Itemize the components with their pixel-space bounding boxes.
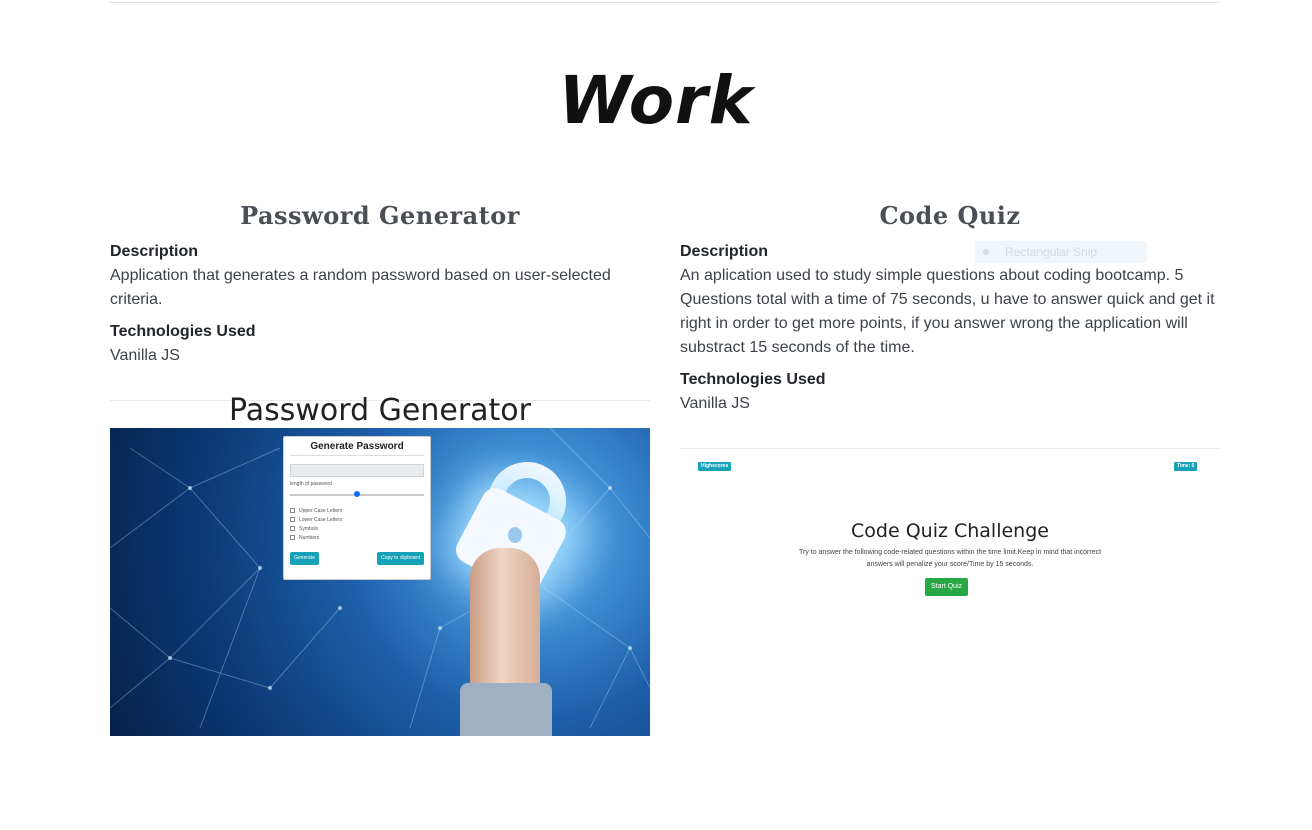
timer-badge: Time: 0: [1174, 462, 1198, 471]
length-label: length of password: [290, 481, 332, 487]
quiz-instructions: Try to answer the following code-related…: [798, 549, 1102, 568]
project-title: Password Generator: [240, 201, 520, 230]
tech-label: Technologies Used: [680, 371, 826, 388]
project-tech: Vanilla JS: [680, 395, 750, 412]
project-description: Application that generates a random pass…: [110, 267, 611, 308]
divider: [680, 448, 1220, 449]
password-generator-screenshot[interactable]: Password Generator Generate Password len…: [110, 392, 650, 736]
project-description: An aplication used to study simple quest…: [680, 267, 1215, 356]
snip-label: Rectangular Snip: [1005, 245, 1098, 259]
criteria-item: Symbols: [290, 524, 424, 533]
project-password-generator: Password Generator Description Applicati…: [110, 198, 650, 401]
generate-button: Generate: [290, 552, 319, 565]
top-divider: [110, 2, 1220, 3]
criteria-item: Numbers: [290, 533, 424, 542]
criteria-item: Upper Case Letters: [290, 506, 424, 515]
copy-button: Copy to clipboard: [377, 552, 424, 565]
screenshot-background: Generate Password length of password Upp…: [110, 428, 650, 736]
code-quiz-screenshot[interactable]: Highscores Time: 0 Code Quiz Challenge T…: [680, 452, 1220, 612]
project-tech: Vanilla JS: [110, 347, 180, 364]
snip-icon: [983, 249, 989, 255]
screenshot-heading: Password Generator: [228, 393, 531, 428]
generator-card: Generate Password length of password Upp…: [283, 436, 431, 580]
tech-label: Technologies Used: [110, 323, 256, 340]
project-code-quiz: Code Quiz Description An aplication used…: [680, 198, 1220, 449]
password-output: [290, 464, 424, 477]
criteria-item: Lower Case Letters: [290, 515, 424, 524]
highscores-badge: Highscores: [698, 462, 732, 471]
snip-overlay: Rectangular Snip: [975, 241, 1147, 263]
criteria-list: Upper Case Letters Lower Case Letters Sy…: [290, 506, 424, 542]
keyhole: [508, 527, 522, 543]
start-quiz-button: Start Quiz: [925, 578, 969, 596]
description-label: Description: [110, 243, 199, 260]
project-title: Code Quiz: [879, 201, 1021, 230]
slider-thumb: [354, 491, 360, 497]
length-slider: [290, 490, 424, 498]
quiz-title: Code Quiz Challenge: [851, 520, 1049, 542]
card-title: Generate Password: [290, 441, 424, 456]
section-title: Work: [558, 62, 754, 139]
sleeve: [460, 683, 552, 736]
